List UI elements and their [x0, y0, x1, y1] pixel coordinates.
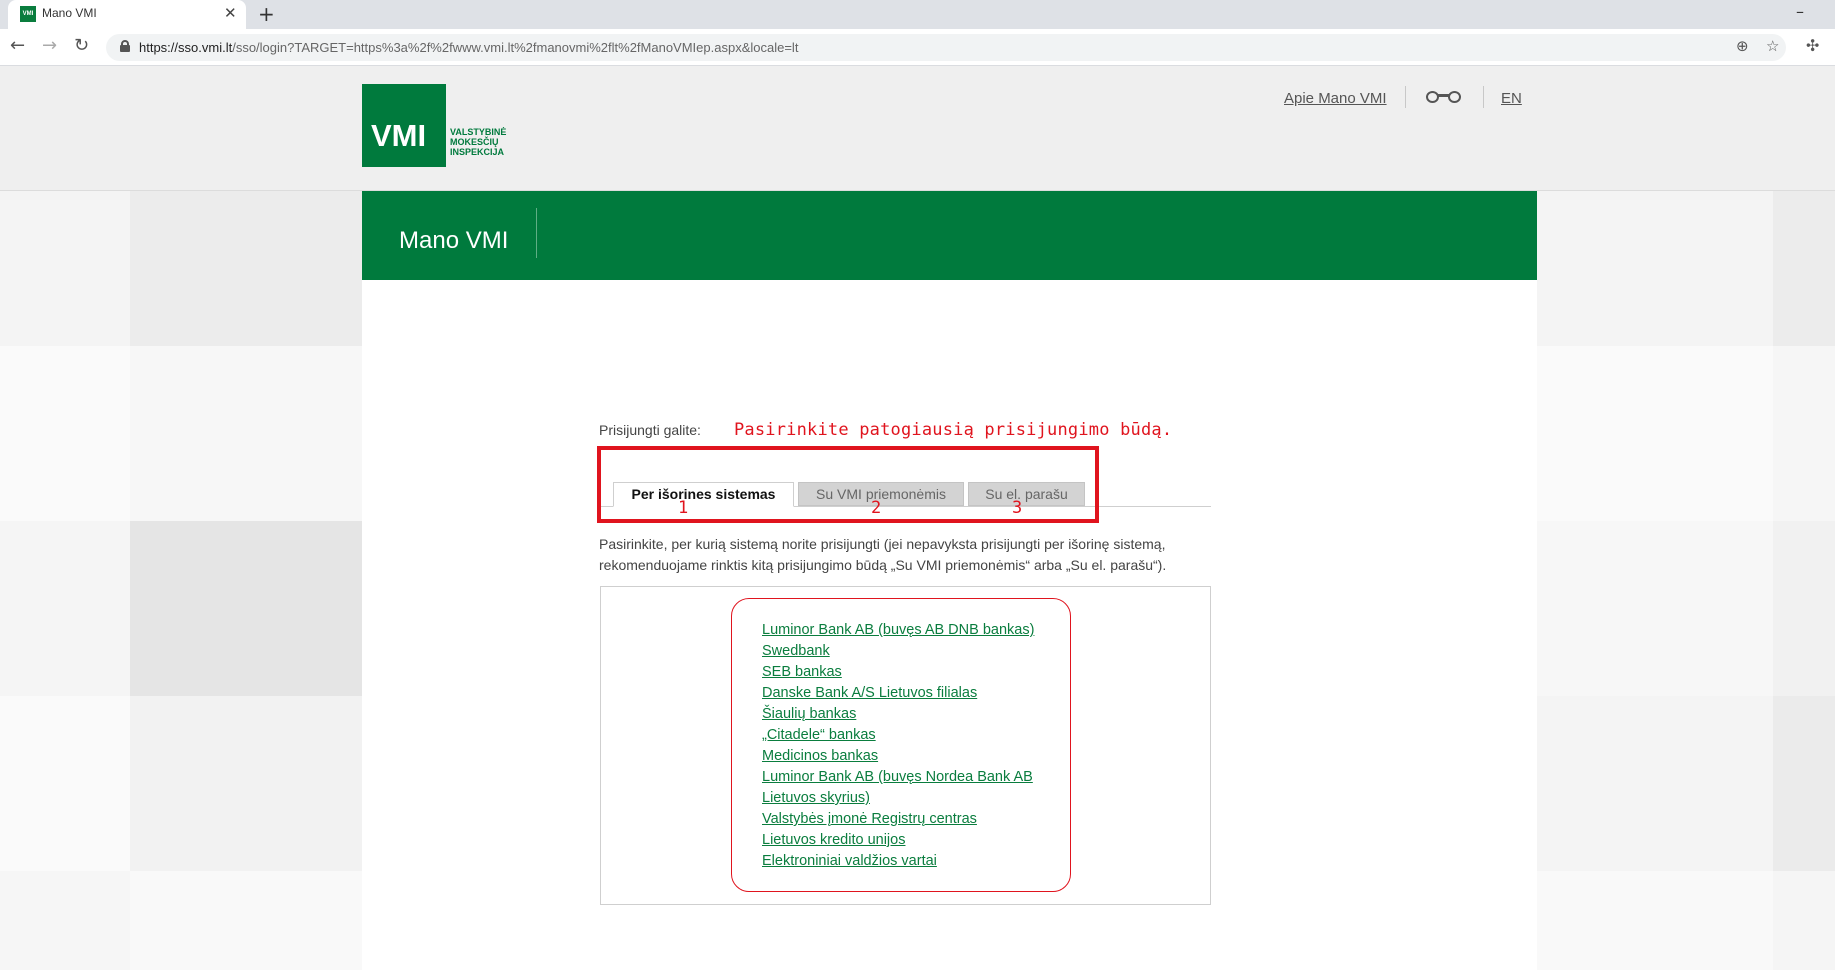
bg-tile: [130, 521, 362, 696]
bg-tile: [130, 191, 362, 346]
browser-toolbar: ← → ↻ https://sso.vmi.lt/sso/login?TARGE…: [0, 29, 1835, 66]
minimize-icon[interactable]: –: [1796, 2, 1804, 21]
bank-link[interactable]: Luminor Bank AB (buvęs AB DNB bankas): [762, 622, 1034, 638]
list-item[interactable]: Medicinos bankas: [762, 746, 1062, 767]
logo-subtitle: VALSTYBINĖ MOKESČIŲ INSPEKCIJA: [450, 127, 506, 157]
login-label: Prisijungti galite:: [599, 422, 701, 438]
band-title[interactable]: Mano VMI: [399, 227, 508, 255]
lock-icon[interactable]: [120, 40, 130, 52]
bg-tile: [1537, 346, 1773, 521]
favicon-icon: VMI: [20, 6, 36, 22]
logo-sub-line: MOKESČIŲ: [450, 137, 499, 147]
bg-tile: [0, 191, 130, 346]
forward-icon[interactable]: →: [42, 36, 57, 56]
star-icon[interactable]: ☆: [1766, 37, 1779, 55]
list-item[interactable]: Danske Bank A/S Lietuvos filialas: [762, 683, 1062, 704]
tab-title: Mano VMI: [42, 6, 97, 20]
list-item[interactable]: Luminor Bank AB (buvęs AB DNB bankas): [762, 620, 1062, 641]
bg-tile: [1773, 191, 1835, 346]
bg-tile: [130, 871, 362, 970]
page: VMI VALSTYBINĖ MOKESČIŲ INSPEKCIJA Apie …: [0, 66, 1835, 970]
list-item[interactable]: Valstybės įmonė Registrų centras: [762, 809, 1062, 830]
bg-tile: [0, 696, 130, 871]
new-tab-icon[interactable]: +: [258, 2, 275, 26]
header-separator: [1405, 86, 1406, 108]
header-separator: [1483, 86, 1484, 108]
list-item[interactable]: SEB bankas: [762, 662, 1062, 683]
bg-tile: [1773, 696, 1835, 871]
bank-link[interactable]: Elektroniniai valdžios vartai: [762, 853, 937, 869]
url-host: https://sso.vmi.lt: [139, 40, 233, 55]
logo-text: VMI: [371, 118, 427, 153]
bg-tile: [0, 346, 130, 521]
bg-tile: [1537, 521, 1773, 696]
login-description: Pasirinkite, per kurią sistemą norite pr…: [599, 536, 1167, 573]
bg-tile: [1537, 191, 1773, 346]
logo-sub-line: INSPEKCIJA: [450, 147, 505, 157]
bg-tile: [0, 521, 130, 696]
annotation-number: 1: [678, 498, 689, 518]
annotation-box: [597, 446, 1099, 523]
bg-tile: [1773, 521, 1835, 696]
list-item[interactable]: „Citadele“ bankas: [762, 725, 1062, 746]
mano-vmi-band: Mano VMI: [362, 191, 1537, 280]
reload-icon[interactable]: ↻: [74, 36, 89, 56]
bank-link[interactable]: Medicinos bankas: [762, 748, 878, 764]
annotation-number: 2: [871, 498, 882, 518]
extension-icon[interactable]: ✣: [1806, 36, 1819, 55]
bg-tile: [1773, 346, 1835, 521]
list-item[interactable]: Luminor Bank AB (buvęs Nordea Bank AB Li…: [762, 767, 1062, 809]
list-item[interactable]: Swedbank: [762, 641, 1062, 662]
bg-tile: [1537, 696, 1773, 871]
list-item[interactable]: Šiaulių bankas: [762, 704, 1062, 725]
browser-tabstrip: VMI Mano VMI ✕ + –: [0, 0, 1835, 29]
bg-tile: [1537, 871, 1773, 970]
language-link[interactable]: EN: [1501, 90, 1522, 107]
bg-tile: [1773, 871, 1835, 970]
bank-link[interactable]: Swedbank: [762, 643, 830, 659]
list-item[interactable]: Lietuvos kredito unijos: [762, 830, 1062, 851]
close-icon[interactable]: ✕: [224, 4, 237, 22]
bank-link[interactable]: Danske Bank A/S Lietuvos filialas: [762, 685, 977, 701]
annotation-hint: Pasirinkite patogiausią prisijungimo būd…: [734, 420, 1173, 440]
url-path: /sso/login?TARGET=https%3a%2f%2fwww.vmi.…: [232, 40, 799, 55]
bank-link[interactable]: Luminor Bank AB (buvęs Nordea Bank AB Li…: [762, 769, 1033, 806]
bg-tile: [0, 871, 130, 970]
bank-link[interactable]: SEB bankas: [762, 664, 842, 680]
address-bar[interactable]: https://sso.vmi.lt/sso/login?TARGET=http…: [106, 34, 1786, 61]
site-header: VMI VALSTYBINĖ MOKESČIŲ INSPEKCIJA Apie …: [0, 66, 1835, 191]
browser-tab[interactable]: VMI Mano VMI ✕: [8, 0, 246, 29]
bank-link[interactable]: Valstybės įmonė Registrų centras: [762, 811, 977, 827]
bg-tile: [130, 696, 362, 871]
zoom-icon[interactable]: ⊕: [1736, 37, 1749, 55]
annotation-number: 3: [1012, 498, 1023, 518]
back-icon[interactable]: ←: [10, 36, 25, 56]
bank-link[interactable]: Šiaulių bankas: [762, 706, 856, 722]
vmi-logo[interactable]: VMI: [362, 84, 446, 167]
url-text[interactable]: https://sso.vmi.lt/sso/login?TARGET=http…: [139, 40, 798, 55]
main-content: Prisijungti galite: Pasirinkite patogiau…: [362, 280, 1537, 970]
bank-link[interactable]: „Citadele“ bankas: [762, 727, 876, 743]
bank-list: Luminor Bank AB (buvęs AB DNB bankas) Sw…: [762, 620, 1062, 872]
band-separator: [536, 208, 537, 258]
about-link[interactable]: Apie Mano VMI: [1284, 90, 1387, 107]
bg-tile: [130, 346, 362, 521]
bank-link[interactable]: Lietuvos kredito unijos: [762, 832, 905, 848]
list-item[interactable]: Elektroniniai valdžios vartai: [762, 851, 1062, 872]
logo-sub-line: VALSTYBINĖ: [450, 127, 507, 137]
glasses-icon[interactable]: [1426, 91, 1462, 105]
